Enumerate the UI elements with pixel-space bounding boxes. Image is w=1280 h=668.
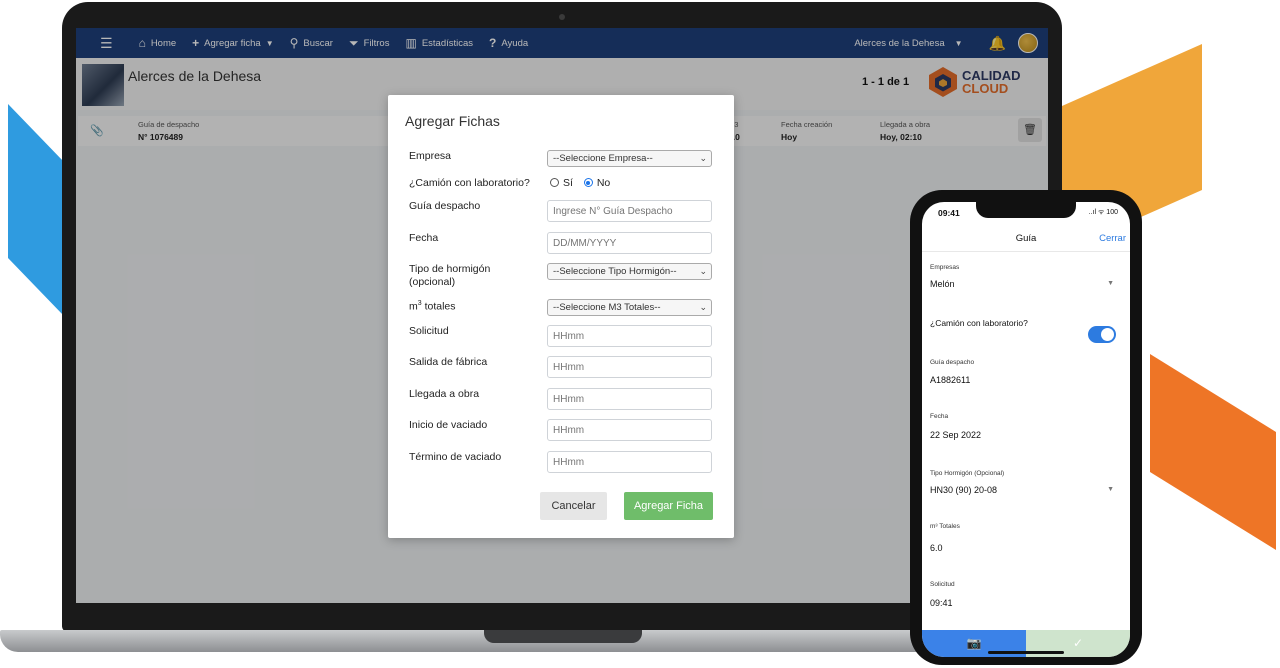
camion-label: ¿Camión con laboratorio? bbox=[409, 177, 530, 189]
inicio-vaciado-label: Inicio de vaciado bbox=[409, 419, 488, 431]
phone-screen: 09:41 ..ıl ᯤ 100 Guía Cerrar Empresas Me… bbox=[922, 202, 1130, 657]
laptop-notch bbox=[484, 630, 642, 643]
cancel-button[interactable]: Cancelar bbox=[540, 492, 607, 520]
decorative-blue-shape bbox=[8, 104, 64, 316]
home-indicator bbox=[988, 651, 1064, 654]
salida-fabrica-label: Salida de fábrica bbox=[409, 356, 488, 368]
phone-notch bbox=[976, 202, 1076, 218]
empresa-label: Empresa bbox=[409, 150, 452, 162]
add-fichas-modal: Agregar Fichas Empresa --Seleccione Empr… bbox=[388, 95, 734, 538]
llegada-obra-input[interactable] bbox=[547, 388, 712, 410]
salida-fabrica-input[interactable] bbox=[547, 356, 712, 378]
camion-radio-si[interactable] bbox=[550, 178, 559, 187]
fecha-input[interactable] bbox=[547, 232, 712, 254]
chevron-down-icon: ⌄ bbox=[699, 266, 707, 276]
fecha-value[interactable]: 22 Sep 2022 bbox=[930, 430, 981, 440]
phone-status-icons: ..ıl ᯤ 100 bbox=[1088, 209, 1118, 216]
caret-down-icon: ▼ bbox=[1107, 486, 1114, 493]
solicitud-value[interactable]: 09:41 bbox=[930, 598, 953, 608]
tipo-hormigon-label: Tipo Hormigón (Opcional) bbox=[930, 470, 1005, 477]
camion-label: ¿Camión con laboratorio? bbox=[930, 318, 1028, 328]
fecha-label: Fecha bbox=[930, 413, 949, 420]
solicitud-input[interactable] bbox=[547, 325, 712, 347]
empresa-select[interactable]: --Seleccione Empresa-- ⌄ bbox=[547, 150, 712, 167]
laptop-camera bbox=[559, 14, 565, 20]
tipo-hormigon-value[interactable]: HN30 (90) 20-08 bbox=[930, 485, 997, 495]
termino-vaciado-input[interactable] bbox=[547, 451, 712, 473]
inicio-vaciado-input[interactable] bbox=[547, 419, 712, 441]
phone-clock: 09:41 bbox=[938, 208, 960, 218]
solicitud-label: Solicitud bbox=[409, 325, 449, 337]
phone-close-button[interactable]: Cerrar bbox=[1099, 233, 1126, 244]
phone-frame: 09:41 ..ıl ᯤ 100 Guía Cerrar Empresas Me… bbox=[910, 190, 1142, 665]
empresas-label: Empresas bbox=[930, 264, 960, 271]
camera-icon: 📷 bbox=[966, 636, 982, 650]
chevron-down-icon: ⌄ bbox=[699, 302, 707, 312]
camion-toggle[interactable] bbox=[1088, 326, 1116, 343]
chevron-down-icon: ⌄ bbox=[699, 153, 707, 163]
check-icon: ✓ bbox=[1072, 636, 1084, 650]
llegada-obra-label: Llegada a obra bbox=[409, 388, 480, 400]
guia-input[interactable] bbox=[547, 200, 712, 222]
laptop-screen: ☰ ⌂ Home + Agregar ficha ▼ ⚲ Buscar ⏷ Filtros… bbox=[76, 28, 1048, 603]
modal-title: Agregar Fichas bbox=[405, 113, 500, 129]
guia-label: Guía despacho bbox=[409, 200, 481, 212]
fecha-label: Fecha bbox=[409, 232, 439, 244]
guia-value[interactable]: A1882611 bbox=[930, 375, 970, 385]
tipo-hormigon-select[interactable]: --Seleccione Tipo Hormigón-- ⌄ bbox=[547, 263, 712, 280]
m3-select[interactable]: --Seleccione M3 Totales-- ⌄ bbox=[547, 299, 712, 316]
m3-value[interactable]: 6.0 bbox=[930, 543, 943, 553]
tipo-hormigon-label: Tipo de hormigón (opcional) bbox=[409, 263, 491, 288]
add-ficha-button[interactable]: Agregar Ficha bbox=[624, 492, 713, 520]
camion-radio-group: Sí No bbox=[550, 177, 610, 189]
m3-label: m3 totales bbox=[409, 300, 456, 313]
solicitud-label: Solicitud bbox=[930, 581, 955, 588]
empresas-value[interactable]: Melón bbox=[930, 279, 955, 289]
phone-header: Guía Cerrar bbox=[922, 226, 1130, 252]
guia-label: Guía despacho bbox=[930, 359, 975, 366]
m3-label: m³ Totales bbox=[930, 523, 960, 530]
termino-vaciado-label: Término de vaciado bbox=[409, 451, 502, 463]
camion-radio-no[interactable] bbox=[583, 178, 593, 187]
caret-down-icon: ▼ bbox=[1107, 280, 1114, 287]
decorative-orange-shape bbox=[1150, 354, 1276, 550]
